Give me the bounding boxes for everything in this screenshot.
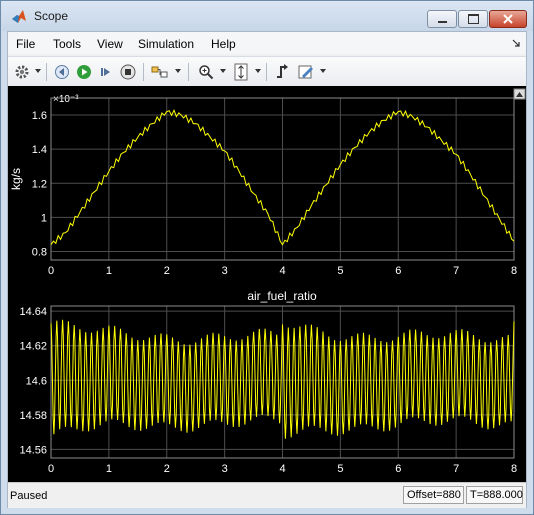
status-time: T=888.000 [466, 486, 523, 504]
highlight-block-button[interactable] [150, 62, 170, 82]
title-bar[interactable]: Scope [1, 1, 533, 31]
minimize-icon [437, 21, 447, 23]
toolbar-separator [188, 63, 189, 81]
toolbar-separator [46, 63, 47, 81]
scope-display: ×10⁻³ kg/s air_fuel_ratio 0 1 2 3 4 5 6 7 8 0.8 1 1… [8, 86, 526, 482]
toolbar [8, 56, 526, 88]
gear-icon [15, 65, 29, 79]
status-bar: Paused Offset=880 T=888.000 [8, 482, 526, 508]
step-forward-button[interactable] [96, 62, 116, 82]
x-tick-label: 4 [279, 463, 285, 475]
close-button[interactable] [489, 10, 527, 28]
scale-axes-button[interactable] [231, 62, 251, 82]
x-tick-label: 5 [337, 463, 343, 475]
window-title: Scope [34, 9, 69, 23]
x-tick-label: 2 [164, 463, 170, 475]
minimize-button[interactable] [427, 10, 457, 28]
x-tick-label: 8 [511, 463, 517, 475]
zoom-button[interactable] [196, 62, 216, 82]
y-tick-label: 1.2 [32, 178, 47, 190]
x-tick-label: 0 [48, 265, 54, 277]
y-tick-label: 1.6 [32, 110, 47, 122]
matlab-logo-icon [12, 10, 26, 23]
chevron-down-icon[interactable] [175, 69, 181, 73]
chevron-down-icon[interactable] [35, 69, 41, 73]
y-tick-label: 0.8 [32, 246, 47, 258]
triggers-icon [277, 64, 288, 78]
toolbar-separator [143, 63, 144, 81]
y-tick-label: 14.6 [26, 375, 47, 387]
run-button[interactable] [74, 62, 94, 82]
style-button[interactable] [296, 62, 316, 82]
toolbar-separator [266, 63, 267, 81]
y-tick-label: 1 [41, 212, 47, 224]
x-tick-label: 7 [453, 463, 459, 475]
highlight-block-icon [151, 66, 168, 78]
x-tick-label: 6 [395, 265, 401, 277]
maximize-icon [467, 14, 479, 24]
menu-file[interactable]: File [16, 37, 35, 51]
scale-axes-icon [234, 63, 248, 81]
x-tick-label: 1 [106, 463, 112, 475]
undock-arrow-icon[interactable] [512, 39, 521, 48]
y-tick-label: 14.62 [19, 341, 47, 353]
scope-window: Scope File Tools View Simulation Help ×1… [0, 0, 534, 515]
x-tick-label: 8 [511, 265, 517, 277]
chevron-down-icon[interactable] [320, 69, 326, 73]
menu-tools[interactable]: Tools [53, 37, 81, 51]
configuration-button[interactable] [12, 62, 32, 82]
plot-title: air_fuel_ratio [247, 289, 317, 303]
y-tick-label: 14.56 [19, 444, 47, 456]
step-forward-icon [101, 68, 110, 76]
stop-icon [120, 64, 136, 80]
x-tick-label: 5 [337, 265, 343, 277]
run-icon [77, 65, 91, 79]
y-tick-label: 14.64 [19, 306, 47, 318]
x-tick-label: 3 [222, 265, 228, 277]
menu-help[interactable]: Help [211, 37, 236, 51]
x-tick-label: 4 [279, 265, 285, 277]
status-offset: Offset=880 [403, 486, 464, 504]
x-tick-label: 2 [164, 265, 170, 277]
style-icon [298, 65, 313, 79]
close-icon [503, 14, 513, 24]
y-tick-label: 14.58 [19, 410, 47, 422]
step-back-button[interactable] [52, 62, 72, 82]
scope-client-area: File Tools View Simulation Help ×10⁻³ kg… [7, 31, 527, 508]
zoom-icon [199, 65, 214, 80]
maximize-button[interactable] [458, 10, 488, 28]
x-tick-label: 0 [48, 463, 54, 475]
chevron-down-icon[interactable] [255, 69, 261, 73]
x-tick-label: 7 [453, 265, 459, 277]
scope-plots: ×10⁻³ kg/s air_fuel_ratio 0 1 2 3 4 5 6 7 8 0.8 1 1… [9, 88, 526, 475]
x-tick-label: 3 [222, 463, 228, 475]
status-state: Paused [10, 490, 48, 502]
stop-button[interactable] [118, 62, 138, 82]
step-back-icon [55, 65, 69, 79]
menu-bar: File Tools View Simulation Help [8, 32, 526, 54]
y-axis-label: kg/s [9, 168, 23, 190]
menu-simulation[interactable]: Simulation [138, 37, 194, 51]
x-tick-label: 1 [106, 265, 112, 277]
triggers-button[interactable] [273, 62, 293, 82]
menu-view[interactable]: View [97, 37, 123, 51]
x-tick-label: 6 [395, 463, 401, 475]
y-tick-label: 1.4 [32, 144, 47, 156]
chevron-down-icon[interactable] [220, 69, 226, 73]
y-exponent-label: ×10⁻³ [53, 94, 79, 105]
maximize-axes-button[interactable] [513, 88, 526, 100]
